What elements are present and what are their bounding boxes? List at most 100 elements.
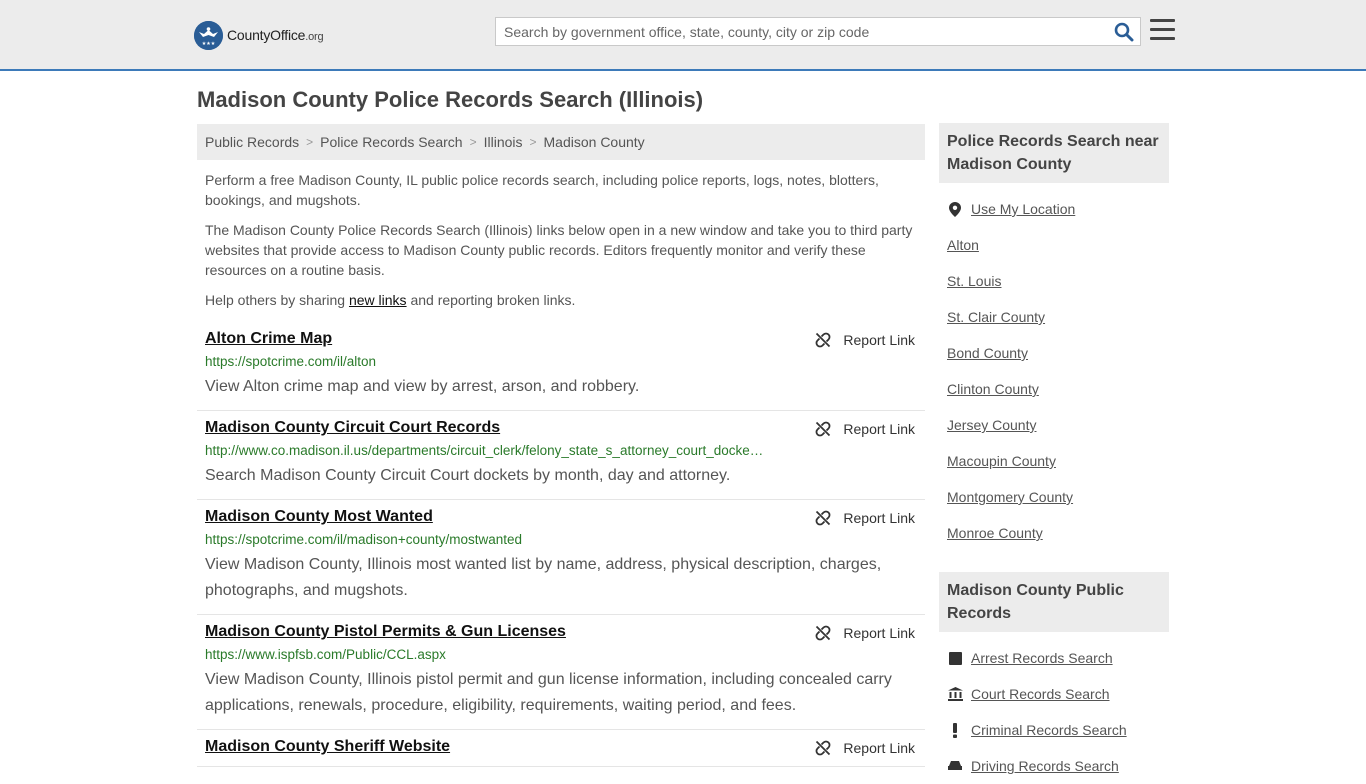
intro-paragraph-1: Perform a free Madison County, IL public… bbox=[205, 172, 879, 208]
square-icon bbox=[947, 650, 963, 666]
breadcrumb-public-records[interactable]: Public Records bbox=[205, 134, 299, 150]
report-link-button[interactable]: Report Link bbox=[815, 421, 915, 437]
link-item: Madison County Most Wanted Report Link htt… bbox=[197, 500, 925, 615]
report-link-button[interactable]: Report Link bbox=[815, 510, 915, 526]
link-title[interactable]: Alton Crime Map bbox=[205, 330, 332, 348]
breadcrumb-separator-icon: > bbox=[529, 135, 537, 149]
nearby-link[interactable]: Jersey County bbox=[947, 417, 1036, 433]
intro-text: Perform a free Madison County, IL public… bbox=[205, 170, 921, 320]
search-input[interactable] bbox=[496, 18, 1096, 45]
nearby-item: Clinton County bbox=[947, 371, 1161, 407]
report-link-label: Report Link bbox=[843, 332, 915, 348]
nearby-link[interactable]: Alton bbox=[947, 237, 979, 253]
link-title[interactable]: Madison County Circuit Court Records bbox=[205, 419, 500, 437]
use-location-item: Use My Location bbox=[947, 191, 1161, 227]
nearby-panel-title: Police Records Search near Madison Count… bbox=[939, 123, 1169, 183]
broken-link-icon bbox=[815, 740, 843, 756]
breadcrumb-separator-icon: > bbox=[469, 135, 477, 149]
nearby-link[interactable]: St. Louis bbox=[947, 273, 1001, 289]
link-url: http://www.co.madison.il.us/departments/… bbox=[205, 443, 764, 458]
nearby-link[interactable]: Macoupin County bbox=[947, 453, 1056, 469]
public-record-item: Driving Records Search bbox=[947, 748, 1161, 784]
nearby-link[interactable]: Bond County bbox=[947, 345, 1028, 361]
logo-main: CountyOffice bbox=[227, 27, 306, 43]
nearby-list: Use My Location Alton St. Louis St. Clair … bbox=[939, 191, 1169, 551]
breadcrumb-police-records-search[interactable]: Police Records Search bbox=[320, 134, 462, 150]
search-bar bbox=[495, 17, 1141, 46]
nearby-item: Jersey County bbox=[947, 407, 1161, 443]
public-record-link[interactable]: Driving Records Search bbox=[971, 758, 1119, 774]
broken-link-icon bbox=[815, 421, 843, 437]
link-item: Madison County Sheriff Website Report Lin… bbox=[197, 730, 925, 767]
intro-paragraph-2: The Madison County Police Records Search… bbox=[205, 222, 913, 278]
breadcrumb-illinois[interactable]: Illinois bbox=[484, 134, 523, 150]
resource-link-list: Alton Crime Map Report Link https://spotcr… bbox=[197, 322, 925, 767]
public-record-item: Court Records Search bbox=[947, 676, 1161, 712]
nearby-item: Monroe County bbox=[947, 515, 1161, 551]
exclamation-icon bbox=[947, 722, 963, 738]
link-item: Alton Crime Map Report Link https://spotcr… bbox=[197, 322, 925, 411]
svg-text:★★★: ★★★ bbox=[202, 41, 216, 47]
link-description: View Madison County, Illinois pistol per… bbox=[205, 671, 892, 714]
nearby-item: St. Clair County bbox=[947, 299, 1161, 335]
use-my-location-link[interactable]: Use My Location bbox=[971, 201, 1075, 217]
public-records-panel: Madison County Public Records Arrest Rec… bbox=[939, 572, 1169, 784]
public-records-panel-title: Madison County Public Records bbox=[939, 572, 1169, 632]
public-record-item: Arrest Records Search bbox=[947, 640, 1161, 676]
nearby-link[interactable]: Clinton County bbox=[947, 381, 1039, 397]
report-link-button[interactable]: Report Link bbox=[815, 625, 915, 641]
link-url: https://spotcrime.com/il/madison+county/… bbox=[205, 532, 523, 547]
car-icon bbox=[947, 758, 963, 774]
logo-text: CountyOffice.org bbox=[227, 27, 324, 43]
logo-eagle-icon: ★★★ bbox=[194, 20, 223, 50]
link-url: https://spotcrime.com/il/alton bbox=[205, 354, 377, 369]
public-records-list: Arrest Records Search Court Records Searc… bbox=[939, 640, 1169, 784]
broken-link-icon bbox=[815, 625, 843, 641]
intro-help-text: Help others by sharing bbox=[205, 292, 349, 308]
hamburger-menu-icon[interactable] bbox=[1150, 19, 1175, 42]
intro-help-text-end: and reporting broken links. bbox=[406, 292, 576, 308]
report-link-label: Report Link bbox=[843, 421, 915, 437]
report-link-label: Report Link bbox=[843, 510, 915, 526]
breadcrumb-separator-icon: > bbox=[306, 135, 314, 149]
public-record-item: Criminal Records Search bbox=[947, 712, 1161, 748]
public-record-link[interactable]: Court Records Search bbox=[971, 686, 1110, 702]
courthouse-icon bbox=[947, 686, 963, 702]
site-header: ★★★ CountyOffice.org bbox=[0, 0, 1366, 71]
report-link-button[interactable]: Report Link bbox=[815, 332, 915, 348]
report-link-label: Report Link bbox=[843, 625, 915, 641]
search-icon[interactable] bbox=[1114, 22, 1134, 42]
link-description: View Alton crime map and view by arrest,… bbox=[205, 378, 640, 395]
new-links-link[interactable]: new links bbox=[349, 292, 407, 308]
intro-paragraph-3: Help others by sharing new links and rep… bbox=[205, 290, 921, 310]
site-logo[interactable]: ★★★ CountyOffice.org bbox=[194, 20, 324, 50]
nearby-item: Montgomery County bbox=[947, 479, 1161, 515]
nearby-item: Bond County bbox=[947, 335, 1161, 371]
link-description: View Madison County, Illinois most wante… bbox=[205, 556, 882, 599]
broken-link-icon bbox=[815, 510, 843, 526]
breadcrumb: Public Records > Police Records Search >… bbox=[197, 124, 925, 160]
public-record-link[interactable]: Criminal Records Search bbox=[971, 722, 1127, 738]
page-title: Madison County Police Records Search (Il… bbox=[197, 87, 704, 112]
nearby-item: Macoupin County bbox=[947, 443, 1161, 479]
nearby-link[interactable]: St. Clair County bbox=[947, 309, 1045, 325]
nearby-panel: Police Records Search near Madison Count… bbox=[939, 123, 1169, 551]
link-title[interactable]: Madison County Pistol Permits & Gun Lice… bbox=[205, 623, 566, 641]
link-description: Search Madison County Circuit Court dock… bbox=[205, 467, 731, 484]
nearby-item: St. Louis bbox=[947, 263, 1161, 299]
link-item: Madison County Pistol Permits & Gun Lice… bbox=[197, 615, 925, 730]
link-item: Madison County Circuit Court Records Repo… bbox=[197, 411, 925, 500]
broken-link-icon bbox=[815, 332, 843, 348]
map-marker-icon bbox=[947, 201, 963, 217]
public-record-link[interactable]: Arrest Records Search bbox=[971, 650, 1113, 666]
breadcrumb-madison-county[interactable]: Madison County bbox=[544, 134, 645, 150]
nearby-link[interactable]: Monroe County bbox=[947, 525, 1043, 541]
nearby-item: Alton bbox=[947, 227, 1161, 263]
link-title[interactable]: Madison County Most Wanted bbox=[205, 508, 433, 526]
link-url: https://www.ispfsb.com/Public/CCL.aspx bbox=[205, 647, 446, 662]
logo-tld: .org bbox=[305, 31, 324, 43]
report-link-button[interactable]: Report Link bbox=[815, 740, 915, 756]
nearby-link[interactable]: Montgomery County bbox=[947, 489, 1073, 505]
link-title[interactable]: Madison County Sheriff Website bbox=[205, 738, 450, 756]
report-link-label: Report Link bbox=[843, 740, 915, 756]
